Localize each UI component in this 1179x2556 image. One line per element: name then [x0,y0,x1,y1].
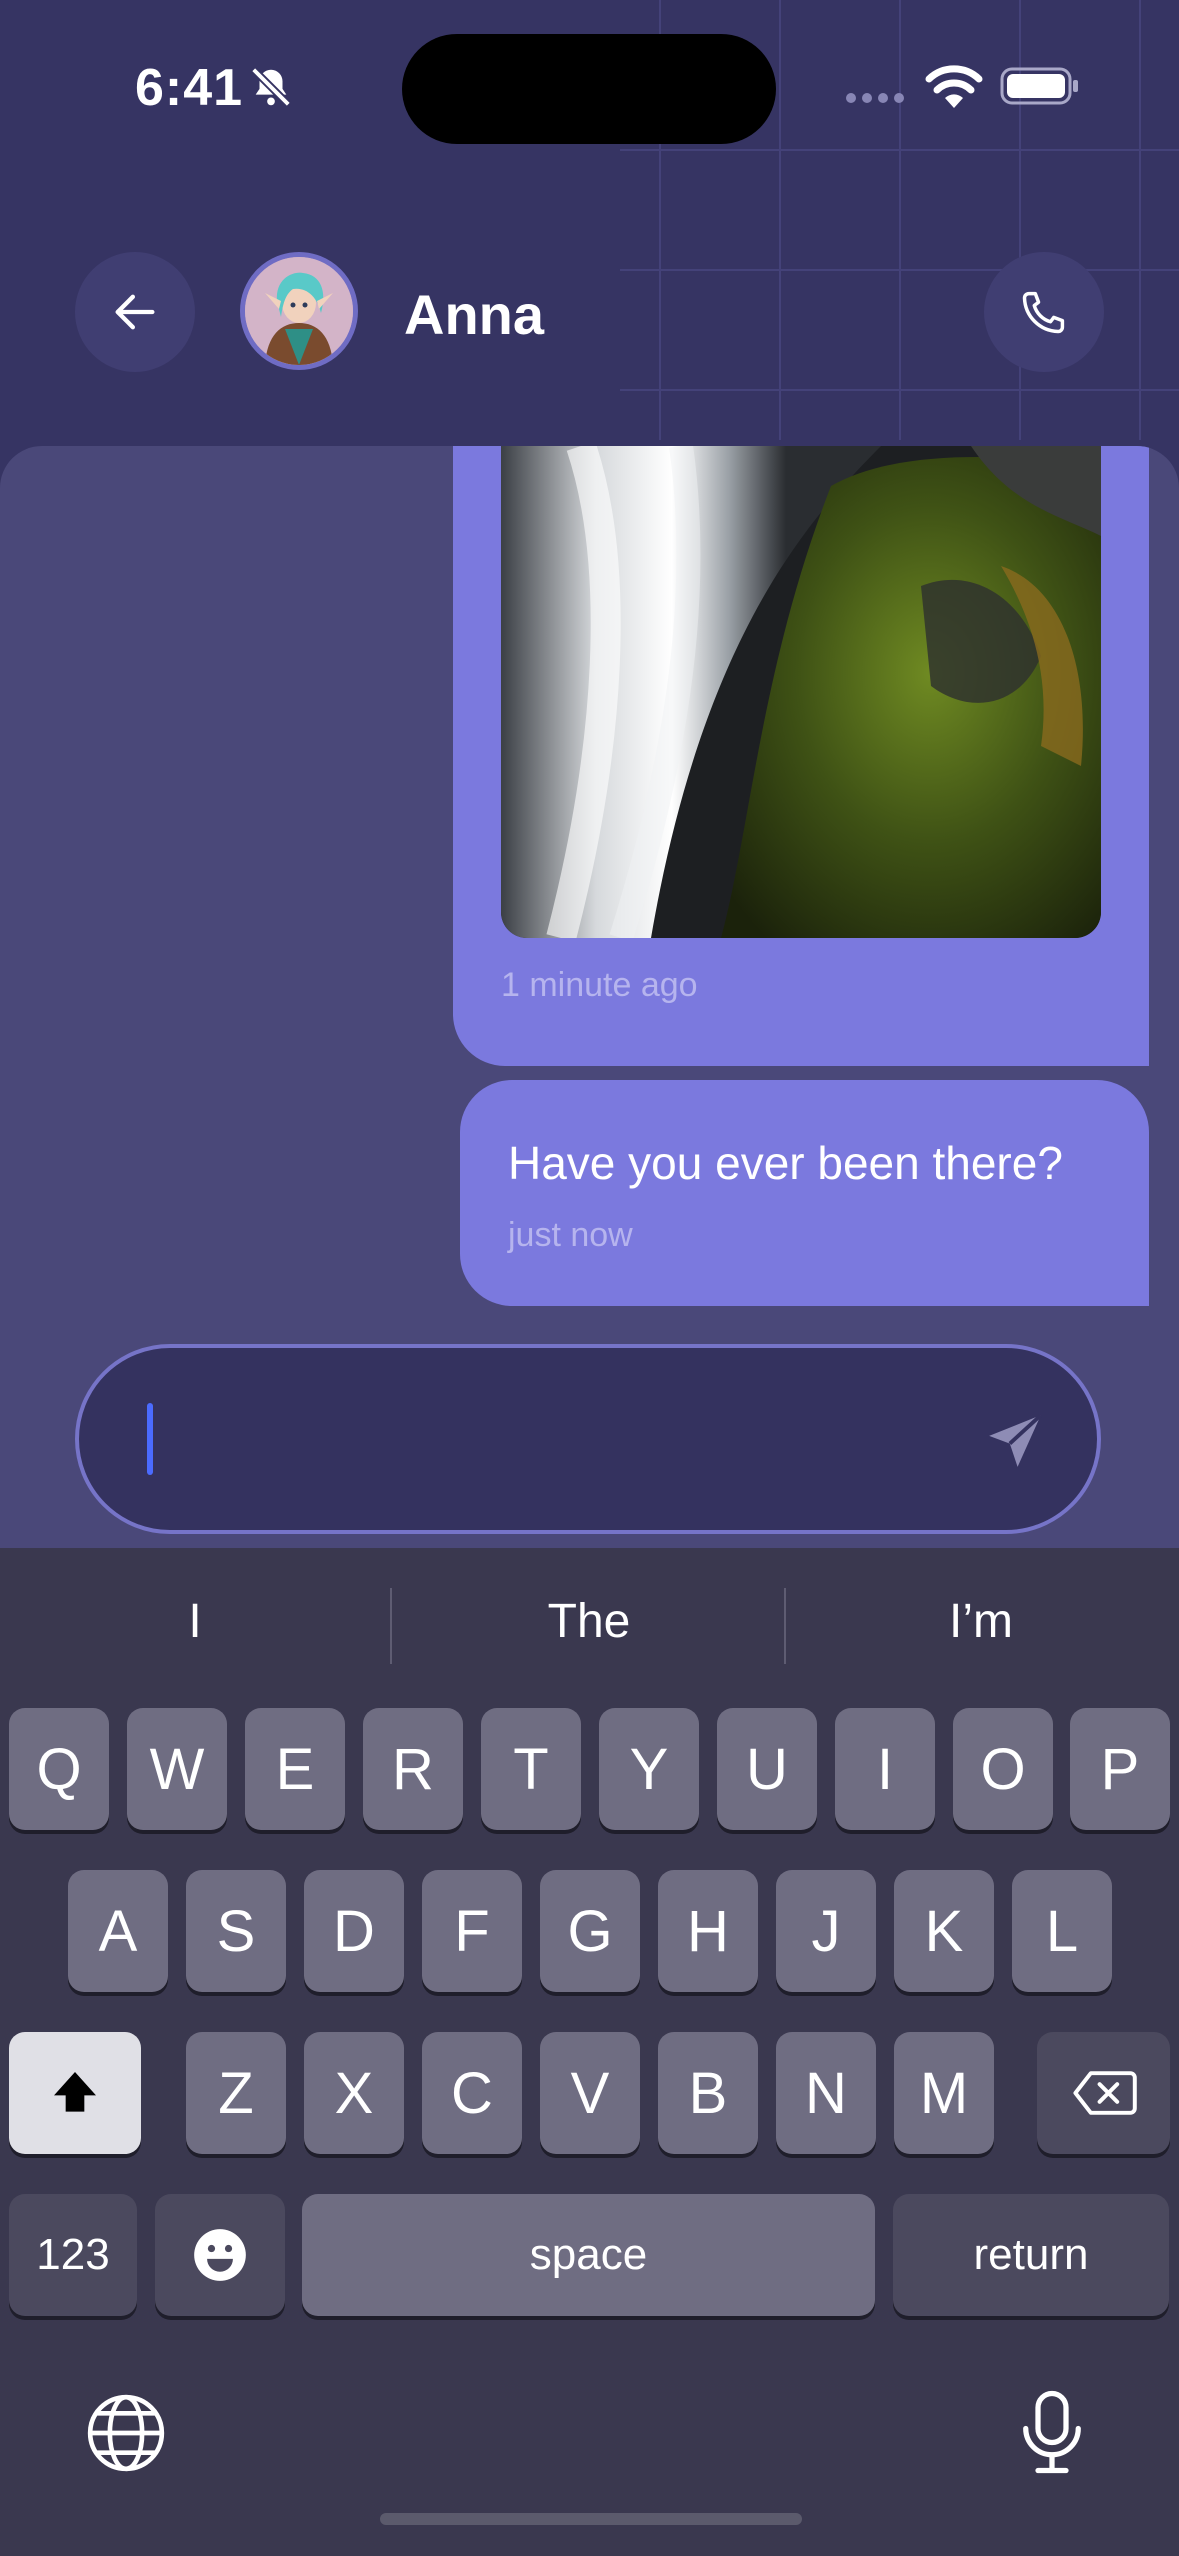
contact-name[interactable]: Anna [404,282,544,347]
numbers-key[interactable]: 123 [9,2194,137,2316]
delete-key[interactable] [1037,2032,1170,2154]
emoji-icon [194,2229,246,2281]
arrow-left-icon [115,294,155,330]
text-caret [147,1403,153,1475]
message-text: Have you ever been there? [508,1137,1063,1189]
key-z[interactable]: Z [186,2032,286,2154]
key-q[interactable]: Q [9,1708,109,1830]
key-w[interactable]: W [127,1708,227,1830]
key-x[interactable]: X [304,2032,404,2154]
return-key[interactable]: return [893,2194,1169,2316]
backspace-icon [1072,2071,1137,2115]
key-s[interactable]: S [186,1870,286,1992]
bell-slash-icon [251,67,291,107]
key-b[interactable]: B [658,2032,758,2154]
phone-icon [1022,291,1065,334]
call-button[interactable] [984,252,1104,372]
back-button[interactable] [75,252,195,372]
key-c[interactable]: C [422,2032,522,2154]
key-r[interactable]: R [363,1708,463,1830]
dynamic-island [402,34,776,144]
suggestion-2[interactable]: The [394,1594,784,1649]
key-j[interactable]: J [776,1870,876,1992]
key-i[interactable]: I [835,1708,935,1830]
image-message-bubble[interactable]: 1 minute ago [453,446,1149,1066]
key-g[interactable]: G [540,1870,640,1992]
send-icon[interactable] [984,1410,1046,1472]
key-y[interactable]: Y [599,1708,699,1830]
key-v[interactable]: V [540,2032,640,2154]
message-timestamp: 1 minute ago [501,966,698,1004]
key-l[interactable]: L [1012,1870,1112,1992]
suggestion-divider [390,1588,392,1664]
keyboard: I The I’m Q W E R T Y U I O P A S D F G … [0,1548,1179,2556]
emoji-key[interactable] [155,2194,285,2316]
shift-key[interactable] [9,2032,141,2154]
microphone-icon[interactable] [1010,2386,1094,2478]
key-u[interactable]: U [717,1708,817,1830]
key-a[interactable]: A [68,1870,168,1992]
contact-avatar[interactable] [240,252,358,370]
key-e[interactable]: E [245,1708,345,1830]
battery-icon [1000,67,1078,105]
status-time: 6:41 [135,59,244,117]
key-m[interactable]: M [894,2032,994,2154]
avatar-illustration [245,257,353,365]
waterfall-image [501,446,1101,938]
home-indicator[interactable] [380,2513,802,2525]
globe-icon[interactable] [83,2390,169,2476]
signal-icon [846,93,904,103]
key-h[interactable]: H [658,1870,758,1992]
suggestion-1[interactable]: I [0,1594,390,1649]
key-p[interactable]: P [1070,1708,1170,1830]
suggestion-3[interactable]: I’m [786,1594,1176,1649]
space-key[interactable]: space [302,2194,875,2316]
text-message-bubble[interactable]: Have you ever been there? just now [460,1080,1149,1306]
wifi-icon [925,65,983,108]
key-t[interactable]: T [481,1708,581,1830]
key-d[interactable]: D [304,1870,404,1992]
key-f[interactable]: F [422,1870,522,1992]
message-timestamp: just now [508,1216,633,1254]
message-input[interactable] [75,1344,1101,1534]
shift-icon [54,2072,96,2112]
key-n[interactable]: N [776,2032,876,2154]
key-k[interactable]: K [894,1870,994,1992]
key-o[interactable]: O [953,1708,1053,1830]
waterfall-photo[interactable] [501,446,1101,938]
